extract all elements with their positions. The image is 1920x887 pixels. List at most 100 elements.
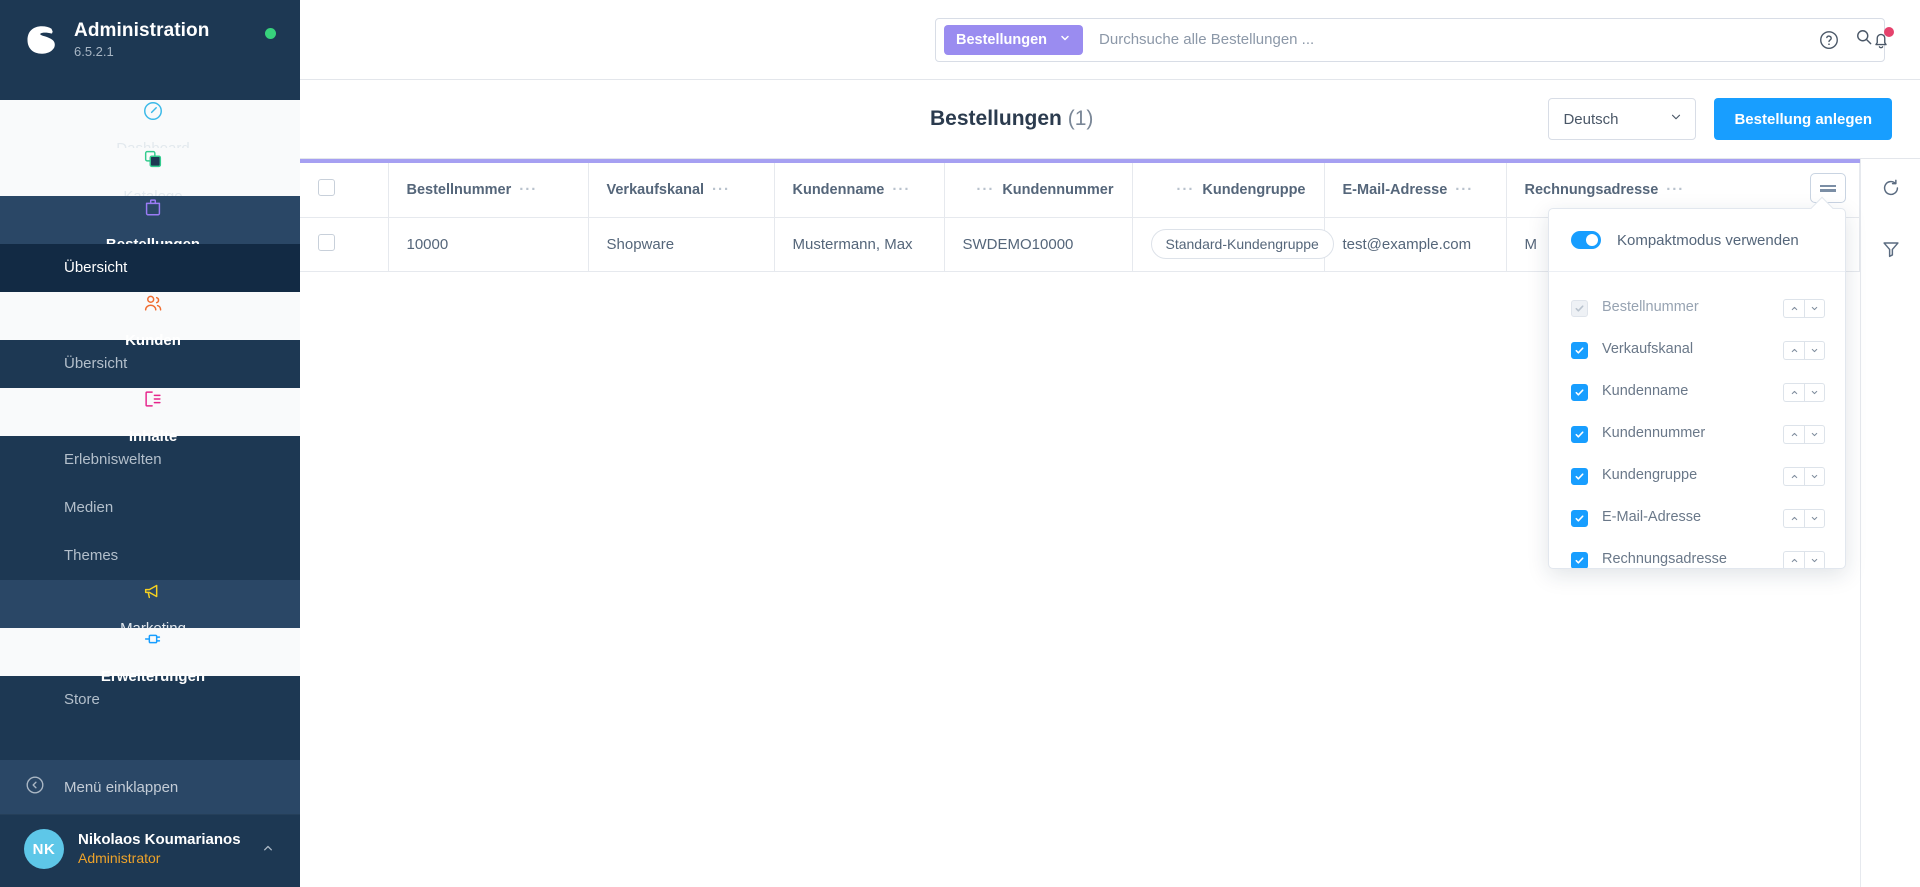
sidebar-item-kunden-uebersicht[interactable]: Übersicht (0, 340, 300, 388)
sidebar-label: Medien (64, 499, 114, 517)
chevron-up-icon[interactable] (260, 841, 276, 862)
filter-icon[interactable] (1880, 238, 1902, 265)
column-toggle-row[interactable]: Kundengruppe (1549, 462, 1845, 490)
sidebar-item-bestellungen-uebersicht[interactable]: Übersicht (0, 243, 300, 292)
column-label: Bestellnummer (1602, 299, 1699, 316)
plugin-icon (142, 628, 164, 650)
column-toggle-row: Bestellnummer (1549, 294, 1845, 322)
users-icon (142, 292, 164, 314)
column-order-stepper[interactable] (1783, 340, 1825, 360)
compact-mode-row[interactable]: Kompaktmodus verwenden (1549, 209, 1845, 272)
sidebar-item-erweiterungen[interactable]: Erweiterungen (0, 627, 300, 685)
column-menu-icon[interactable]: ··· (712, 181, 730, 198)
column-header-kundenname[interactable]: Kundenname ··· (774, 163, 945, 218)
sidebar-item-inhalte[interactable]: Inhalte (0, 387, 300, 445)
column-menu-icon[interactable]: ··· (976, 181, 994, 198)
column-menu-icon[interactable]: ··· (1455, 181, 1473, 198)
column-label: Kundengruppe (1602, 467, 1698, 484)
sidebar-item-kunden[interactable]: Kunden (0, 291, 300, 349)
move-down-button[interactable] (1804, 508, 1825, 528)
column-menu-icon[interactable]: ··· (1176, 181, 1194, 198)
page-title-text: Bestellungen (930, 107, 1062, 130)
catalog-icon (142, 148, 164, 170)
grid-settings-button[interactable] (1810, 173, 1846, 203)
sidebar-item-erlebniswelten[interactable]: Erlebniswelten (0, 436, 300, 484)
move-down-button[interactable] (1804, 382, 1825, 402)
column-menu-icon[interactable]: ··· (892, 181, 910, 198)
bell-icon[interactable] (1870, 26, 1894, 51)
collapse-menu-button[interactable]: Menü einklappen (0, 760, 300, 814)
column-order-stepper[interactable] (1783, 466, 1825, 486)
sidebar-item-bestellungen[interactable]: Bestellungen (0, 195, 300, 253)
language-select[interactable]: Deutsch (1548, 98, 1697, 140)
sidebar-brand[interactable]: Administration 6.5.2.1 (0, 0, 300, 78)
column-checkbox[interactable] (1571, 467, 1588, 485)
column-header-bestellnummer[interactable]: Bestellnummer ··· (388, 163, 589, 218)
cell-email: test@example.com (1324, 217, 1507, 272)
bag-icon (142, 196, 164, 218)
column-toggle-row[interactable]: Rechnungsadresse (1549, 546, 1845, 568)
move-down-button[interactable] (1804, 298, 1825, 318)
select-all-header (300, 163, 389, 218)
move-up-button[interactable] (1783, 382, 1804, 402)
column-toggle-row[interactable]: Kundenname (1549, 378, 1845, 406)
column-order-stepper[interactable] (1783, 550, 1825, 568)
sidebar-item-medien[interactable]: Medien (0, 484, 300, 532)
sidebar-item-themes[interactable]: Themes (0, 532, 300, 580)
column-order-stepper[interactable] (1783, 298, 1825, 318)
move-up-button[interactable] (1783, 424, 1804, 444)
sidebar-label: Store (64, 691, 100, 709)
sidebar-item-marketing[interactable]: Marketing (0, 579, 300, 637)
column-header-email[interactable]: E-Mail-Adresse ··· (1324, 163, 1507, 218)
compact-mode-toggle[interactable] (1571, 231, 1601, 249)
create-order-button[interactable]: Bestellung anlegen (1714, 98, 1892, 140)
column-label: Kundengruppe (1202, 181, 1306, 198)
move-down-button[interactable] (1804, 340, 1825, 360)
global-search[interactable]: Bestellungen (935, 17, 1885, 62)
column-checkbox[interactable] (1571, 551, 1588, 568)
move-up-button[interactable] (1783, 508, 1804, 528)
column-toggle-row[interactable]: E-Mail-Adresse (1549, 504, 1845, 532)
column-checkbox[interactable] (1571, 509, 1588, 527)
sidebar-item-store[interactable]: Store (0, 676, 300, 724)
refresh-icon[interactable] (1880, 177, 1902, 204)
column-checkbox[interactable] (1571, 383, 1588, 401)
move-up-button[interactable] (1783, 340, 1804, 360)
sidebar-item-kataloge[interactable]: Kataloge (0, 147, 300, 205)
cell-kundennummer: SWDEMO10000 (944, 217, 1133, 272)
column-order-stepper[interactable] (1783, 382, 1825, 402)
move-up-button[interactable] (1783, 466, 1804, 486)
column-header-kundennummer[interactable]: ··· Kundennummer (944, 163, 1133, 218)
move-down-button[interactable] (1804, 466, 1825, 486)
column-menu-icon[interactable]: ··· (1666, 181, 1684, 198)
column-toggle-row[interactable]: Kundennummer (1549, 420, 1845, 448)
column-checkbox[interactable] (1571, 425, 1588, 443)
search-scope-button[interactable]: Bestellungen (944, 24, 1084, 55)
sidebar: Administration 6.5.2.1 Dashboard (0, 0, 300, 887)
notification-badge (1884, 26, 1894, 37)
help-icon[interactable] (1818, 29, 1840, 51)
column-menu-icon[interactable]: ··· (519, 181, 537, 198)
move-up-button[interactable] (1783, 550, 1804, 568)
column-order-stepper[interactable] (1783, 508, 1825, 528)
column-header-kundengruppe[interactable]: ··· Kundengruppe (1132, 163, 1325, 218)
column-checkbox[interactable] (1571, 341, 1588, 359)
cell-kundengruppe: Standard-Kundengruppe (1132, 217, 1334, 272)
column-label: Verkaufskanal (606, 181, 705, 198)
right-rail (1860, 159, 1920, 887)
search-input[interactable] (1083, 31, 1848, 48)
topbar-icons (1818, 26, 1894, 51)
topbar: Bestellungen (300, 0, 1920, 80)
move-up-button[interactable] (1783, 298, 1804, 318)
column-settings-popover: Kompaktmodus verwenden Bestellnummer Ver… (1548, 208, 1846, 569)
select-all-checkbox[interactable] (318, 179, 335, 197)
column-toggle-row[interactable]: Verkaufskanal (1549, 336, 1845, 364)
column-list[interactable]: Bestellnummer Verkaufskanal Kundenname K… (1549, 272, 1845, 568)
move-down-button[interactable] (1804, 550, 1825, 568)
row-checkbox[interactable] (318, 233, 335, 251)
move-down-button[interactable] (1804, 424, 1825, 444)
column-header-verkaufskanal[interactable]: Verkaufskanal ··· (588, 163, 775, 218)
sidebar-item-dashboard[interactable]: Dashboard (0, 99, 300, 157)
user-profile[interactable]: NK Nikolaos Koumarianos Administrator (0, 814, 300, 887)
column-order-stepper[interactable] (1783, 424, 1825, 444)
